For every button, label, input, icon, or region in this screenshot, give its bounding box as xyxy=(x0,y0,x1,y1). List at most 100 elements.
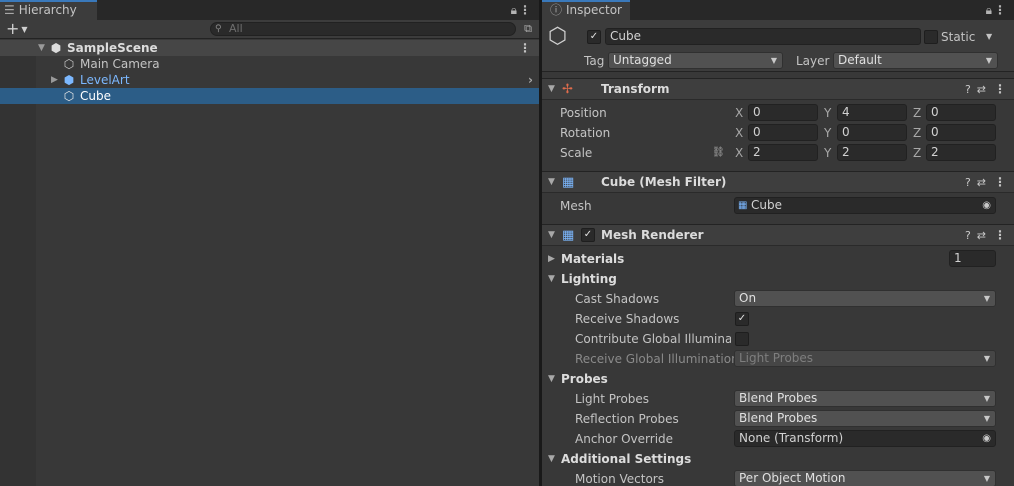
anchor-override-field[interactable]: None (Transform) ◉ xyxy=(734,430,996,447)
static-dropdown-icon[interactable]: ▼ xyxy=(986,29,992,45)
position-z-field[interactable]: 0 xyxy=(926,104,996,121)
gameobject-icon: ⬡ xyxy=(63,57,75,71)
rotation-z-field[interactable]: 0 xyxy=(926,124,996,141)
light-probes-label: Light Probes xyxy=(575,392,650,406)
search-input[interactable]: ⚲ All xyxy=(210,22,516,36)
hierarchy-panel: ☰ Hierarchy 🔒︎ ⋮ + ▼ ⚲ All ⧉ ▼ ⬢ SampleSce… xyxy=(0,0,539,486)
active-checkbox[interactable]: ✓ xyxy=(587,30,601,44)
chevron-right-icon[interactable]: › xyxy=(528,72,533,88)
tag-dropdown[interactable]: Untagged ▼ xyxy=(608,52,783,69)
tab-menu-icon[interactable]: ⋮ xyxy=(994,0,1006,20)
rotation-x-field[interactable]: 0 xyxy=(748,124,818,141)
transform-icon: ✢ xyxy=(562,82,573,97)
tab-hierarchy[interactable]: ☰ Hierarchy xyxy=(0,0,97,20)
hierarchy-gutter xyxy=(0,40,36,486)
reflection-probes-dropdown[interactable]: Blend Probes ▼ xyxy=(734,410,996,427)
materials-count-field[interactable]: 1 xyxy=(949,250,996,267)
static-label: Static xyxy=(941,30,976,44)
scale-x-field[interactable]: 2 xyxy=(748,144,818,161)
receive-gi-value: Light Probes xyxy=(739,351,814,365)
transform-header[interactable]: ▼ ✢ Transform ?⇄ ⋮ xyxy=(542,78,1014,100)
scale-label: Scale xyxy=(560,146,593,160)
tab-inspector-label: Inspector xyxy=(566,3,622,17)
receive-shadows-checkbox[interactable]: ✓ xyxy=(735,312,749,326)
receive-gi-dropdown: Light Probes ▼ xyxy=(734,350,996,367)
list-item[interactable]: ▶ ⬢ LevelArt › xyxy=(0,72,539,88)
mesh-filter-icon: ▦ xyxy=(562,175,575,190)
fold-open-icon[interactable]: ▼ xyxy=(38,40,45,56)
layer-dropdown[interactable]: Default ▼ xyxy=(833,52,998,69)
motion-vectors-dropdown[interactable]: Per Object Motion ▼ xyxy=(734,470,996,486)
position-x-field[interactable]: 0 xyxy=(748,104,818,121)
component-help-preset-icons[interactable]: ?⇄ xyxy=(965,79,992,100)
lighting-label[interactable]: Lighting xyxy=(561,271,617,287)
hierarchy-toolbar: + ▼ ⚲ All ⧉ xyxy=(0,20,539,39)
mesh-filter-title: Cube (Mesh Filter) xyxy=(601,175,727,189)
item-label: Cube xyxy=(80,89,111,103)
object-picker-icon[interactable]: ◉ xyxy=(982,198,991,213)
add-button[interactable]: + ▼ xyxy=(6,20,28,39)
axis-x-label: X xyxy=(735,146,744,160)
fold-closed-icon[interactable]: ▶ xyxy=(548,251,555,267)
chevron-down-icon: ▼ xyxy=(21,24,28,34)
search-placeholder: All xyxy=(229,22,243,35)
list-item[interactable]: ⬡ Main Camera xyxy=(0,56,539,72)
tab-inspector[interactable]: ⓘ Inspector xyxy=(542,0,630,20)
layer-label: Layer xyxy=(796,54,830,68)
light-probes-dropdown[interactable]: Blend Probes ▼ xyxy=(734,390,996,407)
axis-x-label: X xyxy=(735,126,744,140)
fold-open-icon[interactable]: ▼ xyxy=(548,172,555,193)
fold-open-icon[interactable]: ▼ xyxy=(548,271,555,287)
tag-value: Untagged xyxy=(613,53,672,67)
fold-open-icon[interactable]: ▼ xyxy=(548,371,555,387)
layer-value: Default xyxy=(838,53,882,67)
object-picker-icon[interactable]: ◉ xyxy=(982,431,991,446)
fold-open-icon[interactable]: ▼ xyxy=(548,225,555,246)
rotation-label: Rotation xyxy=(560,126,611,140)
axis-y-label: Y xyxy=(824,146,832,160)
scale-z-field[interactable]: 2 xyxy=(926,144,996,161)
contribute-gi-checkbox[interactable] xyxy=(735,332,749,346)
mesh-renderer-title: Mesh Renderer xyxy=(601,228,704,242)
lock-icon[interactable]: 🔒︎ xyxy=(986,0,992,20)
list-item[interactable]: ⬡ Cube xyxy=(0,88,539,104)
chevron-down-icon: ▼ xyxy=(770,56,777,65)
inspector-tabbar: ⓘ Inspector 🔒︎ ⋮ xyxy=(542,0,1014,20)
mesh-filter-header[interactable]: ▼ ▦ Cube (Mesh Filter) ?⇄ ⋮ xyxy=(542,171,1014,193)
object-name-field[interactable]: Cube xyxy=(605,28,921,45)
constrain-proportions-icon[interactable]: ⛓ xyxy=(712,145,725,161)
lock-icon[interactable]: 🔒︎ xyxy=(511,0,517,20)
fold-open-icon[interactable]: ▼ xyxy=(548,79,555,100)
scene-menu-icon[interactable]: ⋮ xyxy=(519,40,531,56)
mesh-field[interactable]: ▦ Cube ◉ xyxy=(734,197,996,214)
position-y-field[interactable]: 4 xyxy=(837,104,907,121)
fold-open-icon[interactable]: ▼ xyxy=(548,451,555,467)
static-checkbox[interactable] xyxy=(924,30,938,44)
object-header: ⬡ ✓ Cube Static ▼ Tag Untagged ▼ Layer De… xyxy=(542,20,1014,72)
gameobject-icon: ⬡ xyxy=(63,89,75,103)
mesh-renderer-header[interactable]: ▼ ▦ ✓ Mesh Renderer ?⇄ ⋮ xyxy=(542,224,1014,246)
component-help-preset-icons[interactable]: ?⇄ xyxy=(965,225,992,246)
axis-x-label: X xyxy=(735,106,744,120)
component-menu-icon[interactable]: ⋮ xyxy=(994,225,1006,246)
cast-shadows-dropdown[interactable]: On ▼ xyxy=(734,290,996,307)
scene-row[interactable]: ▼ ⬢ SampleScene ⋮ xyxy=(0,40,539,56)
additional-settings-label[interactable]: Additional Settings xyxy=(561,451,691,467)
scale-y-field[interactable]: 2 xyxy=(837,144,907,161)
component-menu-icon[interactable]: ⋮ xyxy=(994,79,1006,100)
materials-label[interactable]: Materials xyxy=(561,251,624,267)
transform-title: Transform xyxy=(601,82,670,96)
scene-visibility-icon[interactable]: ⧉ xyxy=(521,22,535,36)
tab-menu-icon[interactable]: ⋮ xyxy=(519,0,531,20)
component-help-preset-icons[interactable]: ?⇄ xyxy=(965,172,992,193)
component-menu-icon[interactable]: ⋮ xyxy=(994,172,1006,193)
rotation-y-field[interactable]: 0 xyxy=(837,124,907,141)
probes-label[interactable]: Probes xyxy=(561,371,608,387)
motion-vectors-value: Per Object Motion xyxy=(739,471,846,485)
scene-name: SampleScene xyxy=(67,41,158,55)
axis-y-label: Y xyxy=(824,126,832,140)
reflection-probes-value: Blend Probes xyxy=(739,411,818,425)
chevron-down-icon: ▼ xyxy=(983,394,990,403)
fold-closed-icon[interactable]: ▶ xyxy=(51,72,58,88)
mesh-renderer-enabled-checkbox[interactable]: ✓ xyxy=(581,228,595,242)
